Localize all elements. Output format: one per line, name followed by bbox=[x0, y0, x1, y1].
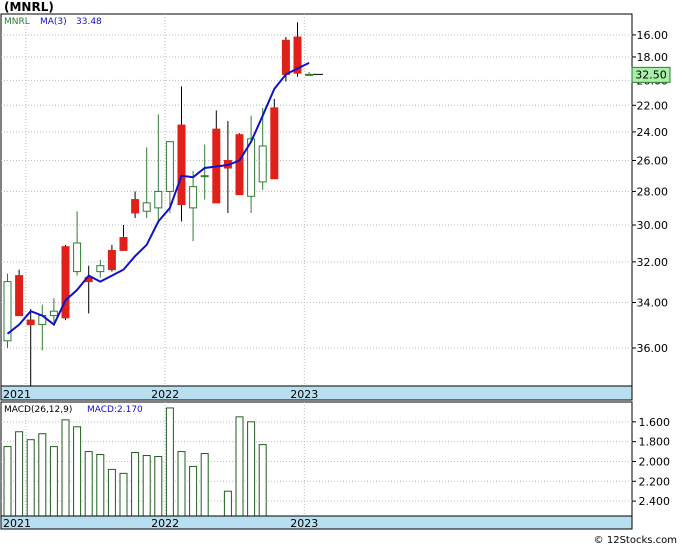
price-y-tick-label: 22.00 bbox=[637, 99, 669, 112]
macd-bar bbox=[235, 416, 244, 517]
candle-body bbox=[189, 186, 198, 209]
candle-body bbox=[73, 242, 82, 273]
macd-bar bbox=[131, 452, 140, 517]
candle-body bbox=[258, 145, 267, 183]
macd-bar bbox=[84, 451, 93, 517]
x-axis-year-label: 2022 bbox=[151, 388, 179, 401]
last-price-value: 32.50 bbox=[635, 68, 667, 81]
macd-bar bbox=[223, 490, 232, 517]
macd-bar bbox=[38, 433, 47, 517]
candle-body bbox=[305, 73, 314, 76]
macd-bar bbox=[189, 465, 198, 517]
macd-bar bbox=[15, 431, 24, 517]
macd-bar bbox=[247, 421, 256, 517]
macd-y-axis: 2.400 2.200 2.000 1.800 1.600 bbox=[632, 416, 670, 508]
candle-body bbox=[281, 39, 290, 75]
candle-body bbox=[131, 199, 140, 214]
price-y-tick-label: 36.00 bbox=[637, 342, 669, 355]
price-y-tick-label: 28.00 bbox=[637, 185, 669, 198]
macd-y-tick-label: 1.600 bbox=[639, 416, 671, 429]
watermark: © 12Stocks.com bbox=[594, 535, 677, 546]
macd-bar bbox=[3, 446, 12, 517]
candle-body bbox=[165, 141, 174, 192]
candle-body bbox=[200, 175, 209, 178]
candle-down bbox=[235, 133, 244, 196]
macd-y-tick-label: 2.000 bbox=[639, 455, 671, 468]
price-y-tick-label: 26.00 bbox=[637, 155, 669, 168]
x-axis-year-label: 2023 bbox=[290, 388, 318, 401]
macd-bar bbox=[73, 426, 82, 517]
macd-bar bbox=[200, 453, 209, 517]
legend-ma-label: MA(3) bbox=[40, 17, 67, 27]
macd-bar bbox=[258, 444, 267, 517]
candle-body bbox=[96, 265, 105, 273]
macd-bar bbox=[107, 468, 116, 517]
candle-down bbox=[61, 244, 70, 321]
price-y-tick-label: 18.00 bbox=[637, 51, 669, 64]
candle-body bbox=[15, 275, 24, 317]
macd-legend-name: MACD(26,12,9) bbox=[4, 405, 72, 415]
macd-bar bbox=[177, 451, 186, 517]
price-y-tick-label: 32.00 bbox=[637, 256, 669, 269]
price-y-tick-label: 24.00 bbox=[637, 126, 669, 139]
x-axis-year-label: 2021 bbox=[3, 388, 31, 401]
macd-panel bbox=[0, 401, 633, 517]
stock-chart: (MNRL) 36.00 34.00 32.00 30.00 28.00 26.00 24.… bbox=[0, 0, 677, 546]
candle-down bbox=[15, 269, 24, 317]
legend-symbol: MNRL bbox=[4, 17, 30, 27]
price-panel bbox=[0, 13, 633, 387]
candle-body bbox=[107, 249, 116, 271]
macd-bar bbox=[49, 446, 58, 517]
price-y-tick-label: 34.00 bbox=[637, 297, 669, 310]
candle-body bbox=[235, 134, 244, 196]
candle-up bbox=[3, 273, 12, 348]
candle-body bbox=[142, 202, 151, 212]
legend-ma-value: 33.48 bbox=[76, 17, 102, 27]
x-axis-year-label: 2023 bbox=[290, 517, 318, 530]
macd-y-tick-label: 2.400 bbox=[639, 495, 671, 508]
macd-bar bbox=[96, 454, 105, 517]
macd-bar bbox=[61, 419, 70, 517]
macd-bar bbox=[154, 456, 163, 517]
price-y-tick-label: 30.00 bbox=[637, 219, 669, 232]
macd-bar bbox=[26, 439, 35, 517]
candle-down bbox=[270, 98, 279, 180]
x-axis-year-label: 2022 bbox=[151, 517, 179, 530]
macd-y-tick-label: 1.800 bbox=[639, 436, 671, 449]
macd-bar bbox=[119, 472, 128, 517]
macd-legend-value: MACD:2.170 bbox=[87, 405, 143, 415]
candle-body bbox=[177, 124, 186, 206]
macd-bar bbox=[142, 455, 151, 517]
price-y-tick-label: 16.00 bbox=[637, 29, 669, 42]
candle-body bbox=[270, 107, 279, 180]
macd-y-tick-label: 2.200 bbox=[639, 475, 671, 488]
candle-body bbox=[119, 237, 128, 251]
macd-bar bbox=[165, 407, 174, 517]
chart-title: (MNRL) bbox=[4, 0, 54, 14]
candle-body bbox=[154, 190, 163, 209]
candle-body bbox=[26, 319, 35, 326]
x-axis-year-label: 2021 bbox=[3, 517, 31, 530]
candle-body bbox=[49, 310, 58, 317]
